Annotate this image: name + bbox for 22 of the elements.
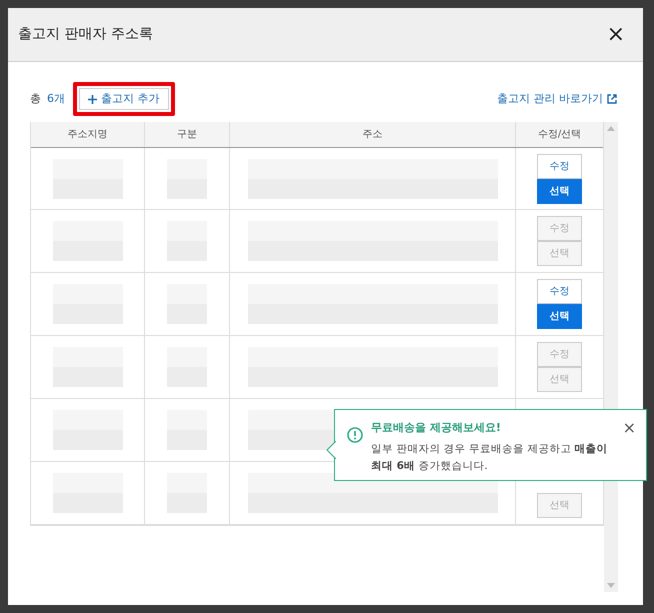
dialog-title: 출고지 판매자 주소록	[18, 25, 153, 44]
select-button[interactable]: 선택	[537, 178, 582, 204]
select-button[interactable]: 선택	[537, 304, 582, 330]
tooltip-title: 무료배송을 제공해보세요!	[371, 420, 502, 436]
manage-link[interactable]: 출고지 관리 바로가기	[497, 90, 617, 108]
add-address-button[interactable]: 출고지 추가	[79, 88, 168, 110]
column-header: 주소지명	[31, 122, 145, 147]
edit-button[interactable]: 수정	[537, 154, 582, 179]
close-button[interactable]: ×	[622, 416, 636, 440]
close-button[interactable]: ×	[598, 18, 633, 51]
plus-icon	[88, 94, 97, 104]
scroll-down-icon	[607, 583, 615, 588]
column-header: 구분	[145, 122, 230, 147]
total-count: 6개	[47, 90, 65, 107]
column-header: 주소	[230, 122, 516, 147]
column-header: 수정/선택	[536, 128, 582, 142]
total-label: 총	[30, 90, 41, 107]
external-link-icon	[607, 94, 617, 104]
edit-button[interactable]: 수정	[537, 279, 582, 304]
scroll-up-icon	[607, 126, 615, 131]
tooltip-message: 일부 판매자의 경우 무료배송을 제공하고 매출이 최대 6배 증가했습니다.	[371, 442, 609, 474]
info-icon	[347, 427, 363, 443]
